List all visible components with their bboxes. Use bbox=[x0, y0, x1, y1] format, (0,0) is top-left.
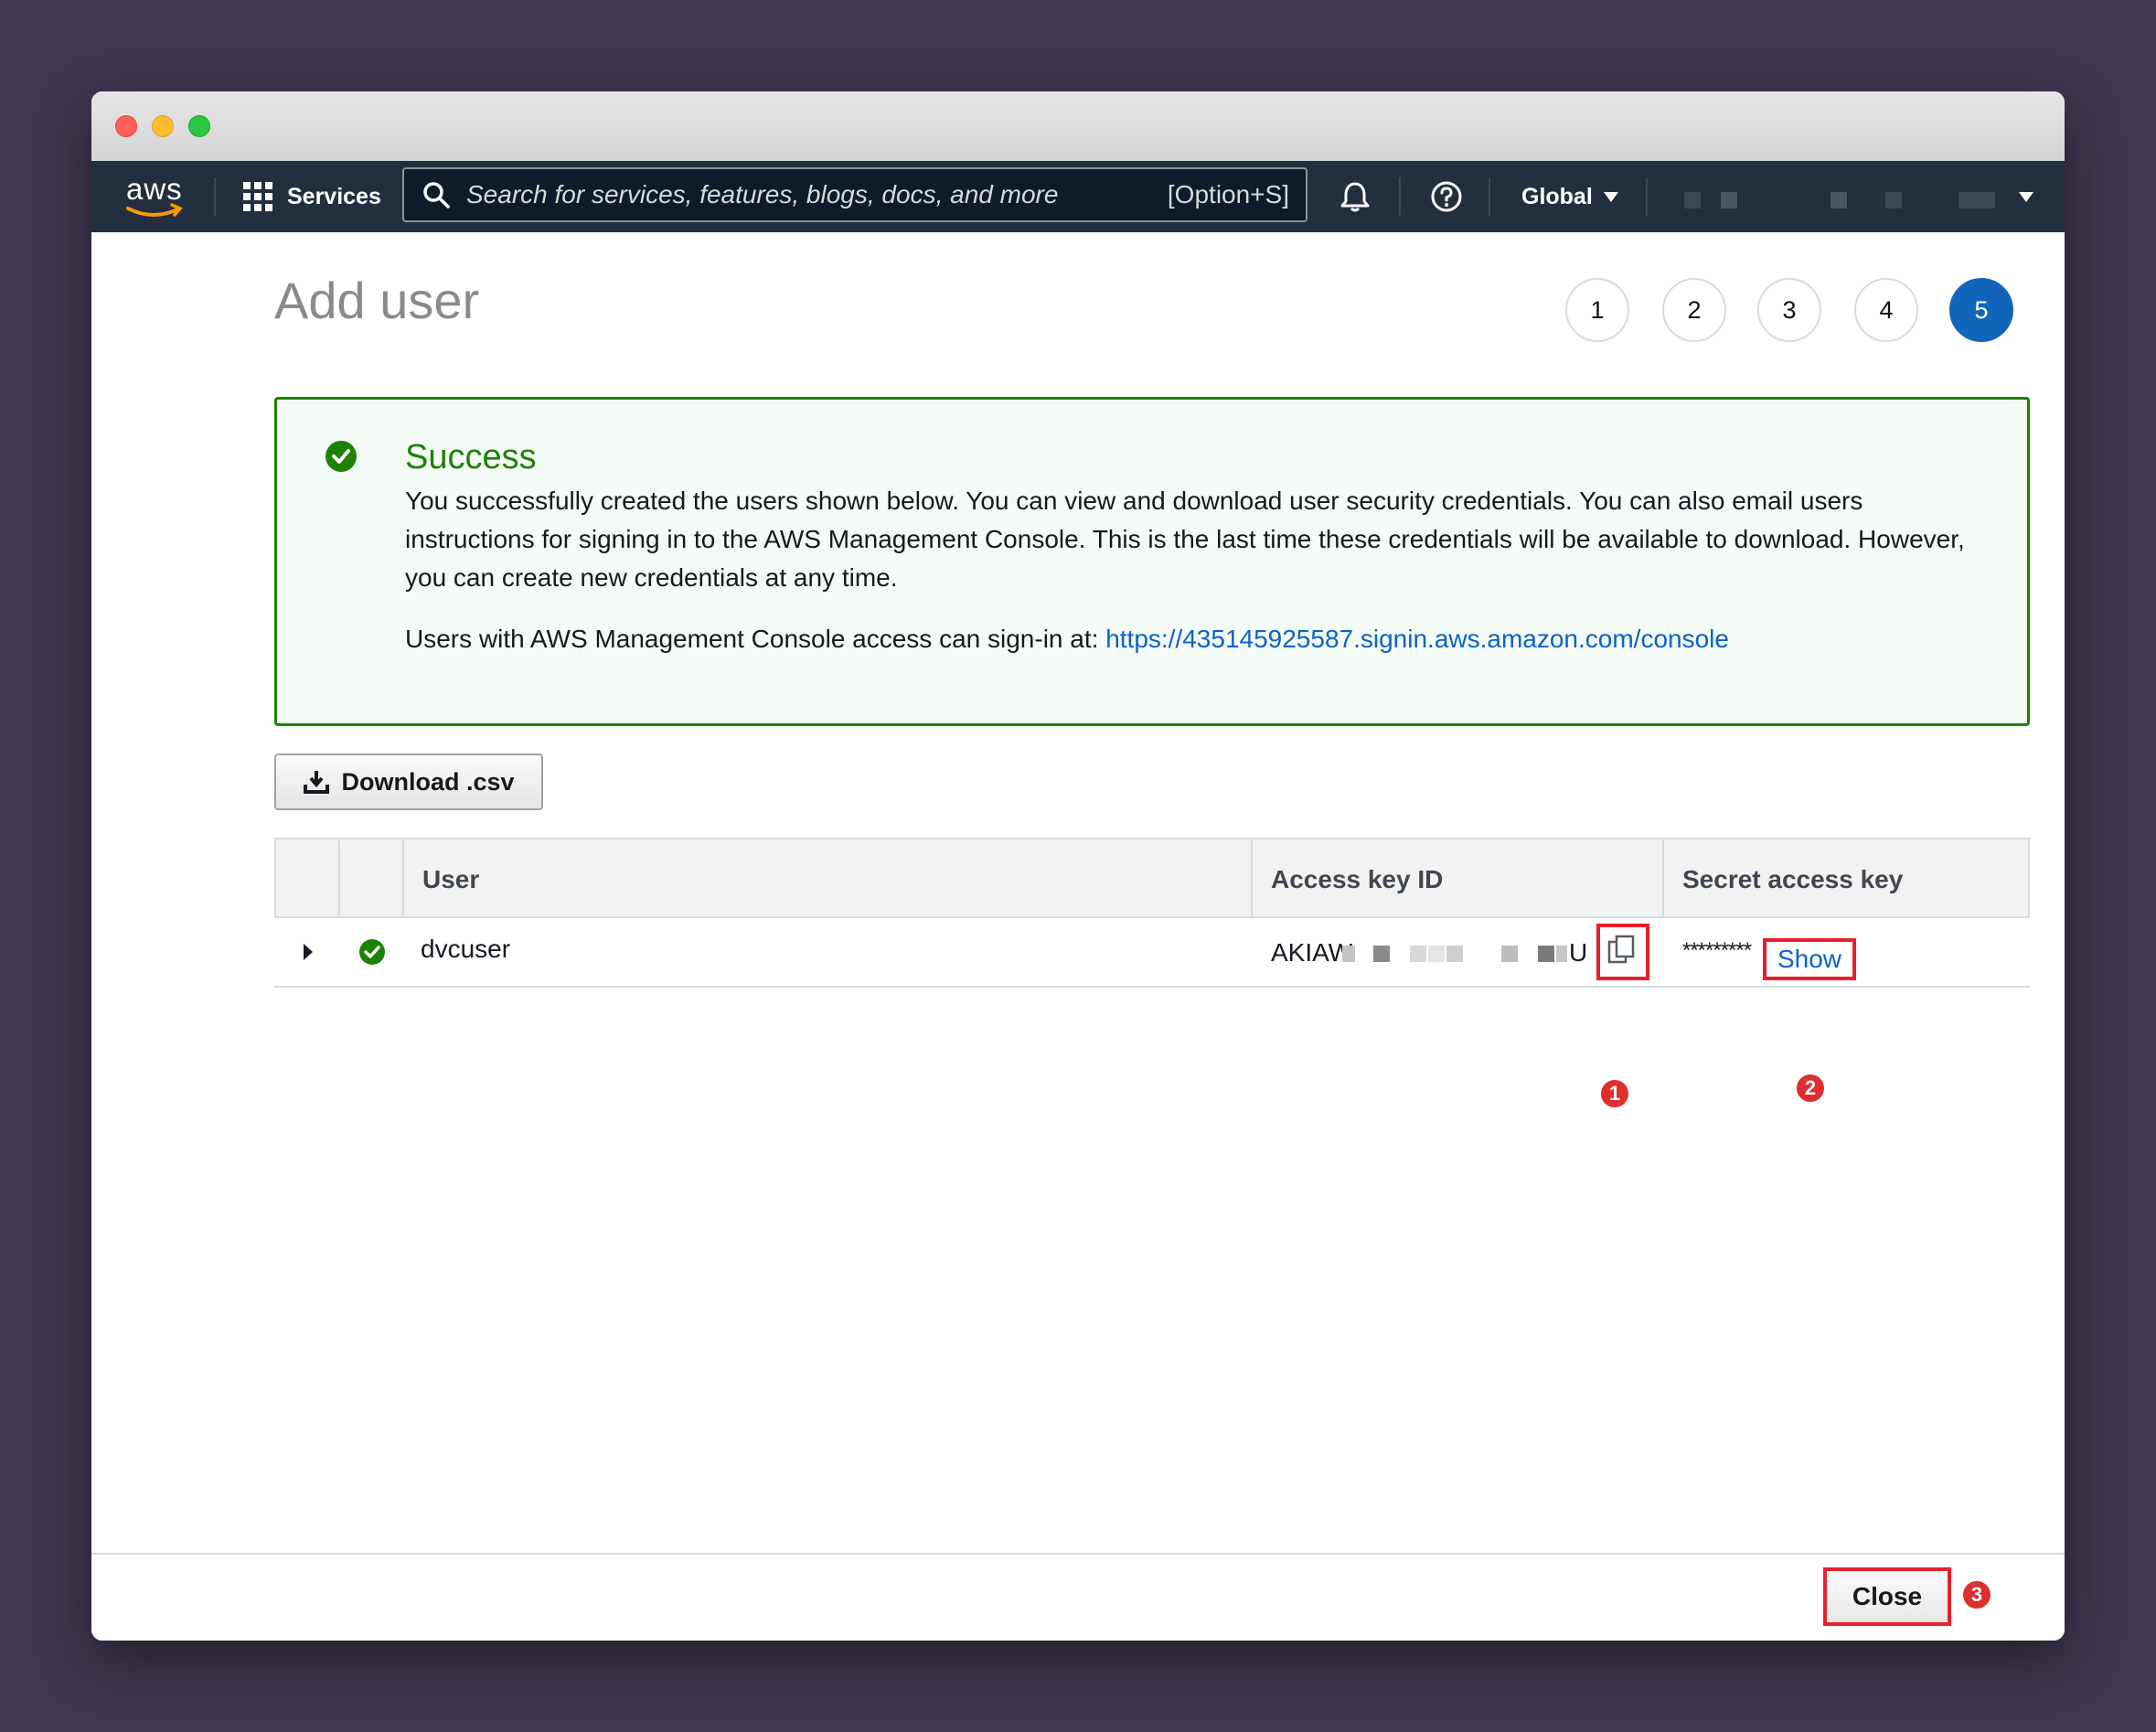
chevron-down-icon bbox=[2019, 192, 2033, 202]
copy-access-key-button[interactable] bbox=[1596, 924, 1649, 980]
download-label: Download .csv bbox=[341, 767, 515, 796]
credentials-table: User Access key ID Secret access key dvc… bbox=[274, 838, 2030, 988]
download-csv-button[interactable]: Download .csv bbox=[274, 754, 543, 810]
check-circle-icon bbox=[359, 939, 385, 965]
navbar-divider bbox=[1399, 177, 1401, 216]
show-secret-link[interactable]: Show bbox=[1763, 938, 1856, 980]
step-4[interactable]: 4 bbox=[1854, 278, 1918, 342]
aws-navbar: aws Services Search for services, featur… bbox=[91, 161, 2065, 232]
account-menu[interactable] bbox=[1682, 161, 2048, 232]
success-alert: Success You successfully created the use… bbox=[274, 397, 2030, 726]
aws-smile-icon bbox=[126, 203, 183, 217]
redacted-block bbox=[1556, 946, 1567, 962]
download-icon bbox=[304, 771, 330, 794]
column-divider bbox=[1662, 839, 1664, 918]
step-2[interactable]: 2 bbox=[1662, 278, 1726, 342]
redacted-block bbox=[1959, 192, 1995, 208]
annotation-badge-2: 2 bbox=[1794, 1072, 1827, 1105]
region-label: Global bbox=[1521, 183, 1593, 209]
chevron-down-icon bbox=[1603, 191, 1618, 202]
annotation-badge-3: 3 bbox=[1960, 1578, 1993, 1611]
close-button[interactable]: Close bbox=[1823, 1567, 1951, 1626]
check-circle-icon bbox=[326, 441, 357, 472]
signin-info: Users with AWS Management Console access… bbox=[405, 625, 1729, 654]
redacted-block bbox=[1373, 946, 1390, 962]
header-secret-access-key[interactable]: Secret access key bbox=[1682, 865, 1903, 894]
help-icon[interactable] bbox=[1428, 178, 1465, 215]
page-title: Add user bbox=[274, 272, 480, 329]
redacted-block bbox=[1721, 192, 1737, 208]
minimize-window-button[interactable] bbox=[152, 115, 174, 137]
page-footer: Close 3 bbox=[91, 1553, 2065, 1641]
step-5-active: 5 bbox=[1949, 278, 2013, 342]
redacted-block bbox=[1501, 946, 1518, 962]
secret-key-mask: ********* bbox=[1682, 938, 1752, 963]
table-header: User Access key ID Secret access key bbox=[274, 838, 2030, 918]
redacted-block bbox=[1428, 946, 1445, 962]
redacted-block bbox=[1684, 192, 1701, 208]
aws-logo[interactable]: aws bbox=[123, 172, 187, 221]
alert-title: Success bbox=[405, 438, 537, 476]
redacted-block bbox=[1885, 192, 1902, 208]
search-shortcut: [Option+S] bbox=[1167, 180, 1289, 208]
window-titlebar bbox=[91, 91, 2065, 161]
redacted-block bbox=[1830, 192, 1847, 208]
services-menu-button[interactable]: Services bbox=[243, 161, 381, 232]
column-divider bbox=[1251, 839, 1253, 918]
expand-row-caret-icon[interactable] bbox=[304, 944, 313, 960]
page-content: Add user 1 2 3 4 5 Success You successfu… bbox=[91, 232, 2065, 1641]
header-user[interactable]: User bbox=[422, 865, 479, 894]
signin-url-link[interactable]: https://435145925587.signin.aws.amazon.c… bbox=[1105, 625, 1729, 653]
access-key-id: AKIAW bbox=[1271, 938, 1352, 968]
signin-prefix: Users with AWS Management Console access… bbox=[405, 625, 1106, 653]
column-divider bbox=[402, 839, 404, 918]
step-1[interactable]: 1 bbox=[1565, 278, 1629, 342]
navbar-divider bbox=[214, 177, 216, 216]
alert-message: You successfully created the users shown… bbox=[405, 486, 1965, 592]
search-placeholder: Search for services, features, blogs, do… bbox=[466, 180, 1059, 208]
maximize-window-button[interactable] bbox=[188, 115, 210, 137]
redacted-block bbox=[1410, 946, 1426, 962]
browser-window: aws Services Search for services, featur… bbox=[91, 91, 2065, 1641]
user-name: dvcuser bbox=[421, 935, 511, 963]
copy-icon bbox=[1607, 935, 1635, 964]
step-3[interactable]: 3 bbox=[1757, 278, 1821, 342]
redacted-block bbox=[1446, 946, 1463, 962]
grid-icon bbox=[243, 182, 272, 211]
services-label: Services bbox=[287, 183, 381, 209]
annotation-badge-1: 1 bbox=[1598, 1077, 1631, 1110]
redacted-block bbox=[1538, 946, 1554, 962]
column-divider bbox=[338, 839, 340, 918]
header-access-key-id[interactable]: Access key ID bbox=[1271, 865, 1443, 894]
table-row: dvcuser AKIAW U ********* Show bbox=[274, 918, 2030, 988]
navbar-divider bbox=[1489, 177, 1490, 216]
search-icon bbox=[423, 182, 450, 208]
close-window-button[interactable] bbox=[115, 115, 137, 137]
redacted-block bbox=[1342, 946, 1355, 962]
access-key-suffix: U bbox=[1569, 938, 1588, 967]
search-input[interactable]: Search for services, features, blogs, do… bbox=[402, 167, 1307, 222]
access-key-prefix: AKIAW bbox=[1271, 938, 1353, 967]
navbar-divider bbox=[1646, 177, 1648, 216]
bell-icon[interactable] bbox=[1337, 178, 1373, 215]
region-selector[interactable]: Global bbox=[1521, 161, 1618, 232]
